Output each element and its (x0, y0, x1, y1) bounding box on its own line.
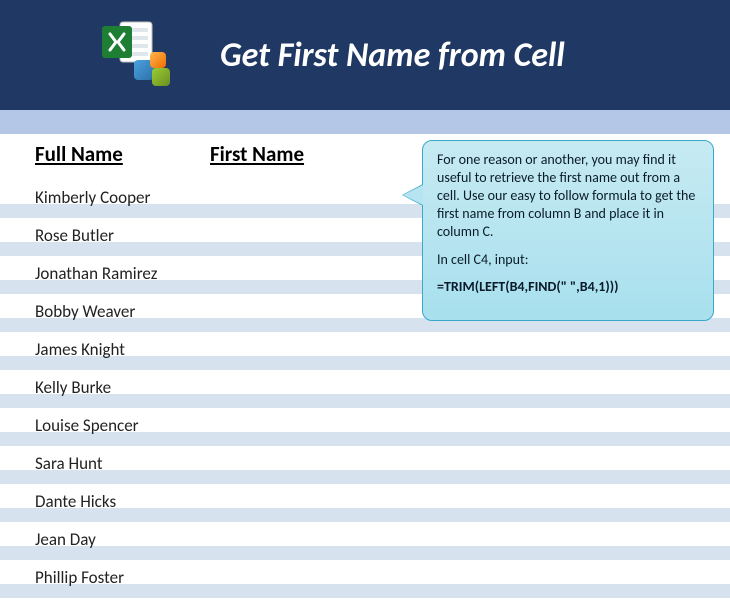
table-row: James Knight (35, 326, 720, 364)
table-row: Jean Day (35, 516, 720, 554)
title-header: Get First Name from Cell (0, 0, 730, 110)
callout-tail-icon (403, 185, 423, 205)
cell-fullname: Jonathan Ramirez (35, 263, 210, 284)
excel-icon-group (100, 18, 178, 90)
sub-header-bar (0, 110, 730, 134)
cell-fullname: Rose Butler (35, 225, 210, 246)
decor-square-green-icon (152, 68, 170, 86)
table-row: Phillip Foster (35, 554, 720, 592)
cell-fullname: Jean Day (35, 529, 210, 550)
column-header-firstname: First Name (210, 141, 370, 167)
callout-paragraph: For one reason or another, you may find … (437, 151, 701, 241)
callout-formula: =TRIM(LEFT(B4,FIND(" ",B4,1))) (437, 278, 701, 296)
cell-fullname: Dante Hicks (35, 491, 210, 512)
cell-fullname: Bobby Weaver (35, 301, 210, 322)
page-title: Get First Name from Cell (220, 35, 565, 76)
cell-fullname: Phillip Foster (35, 567, 210, 588)
table-row: Louise Spencer (35, 402, 720, 440)
decor-square-orange-icon (150, 52, 166, 68)
table-row: Sara Hunt (35, 440, 720, 478)
instruction-callout: For one reason or another, you may find … (422, 140, 714, 321)
cell-fullname: Kimberly Cooper (35, 187, 210, 208)
callout-paragraph: In cell C4, input: (437, 251, 701, 269)
excel-icon (100, 18, 156, 66)
cell-fullname: Kelly Burke (35, 377, 210, 398)
cell-fullname: Sara Hunt (35, 453, 210, 474)
table-row: Dante Hicks (35, 478, 720, 516)
cell-fullname: Louise Spencer (35, 415, 210, 436)
table-row: Kelly Burke (35, 364, 720, 402)
cell-fullname: James Knight (35, 339, 210, 360)
column-header-fullname: Full Name (35, 141, 210, 167)
